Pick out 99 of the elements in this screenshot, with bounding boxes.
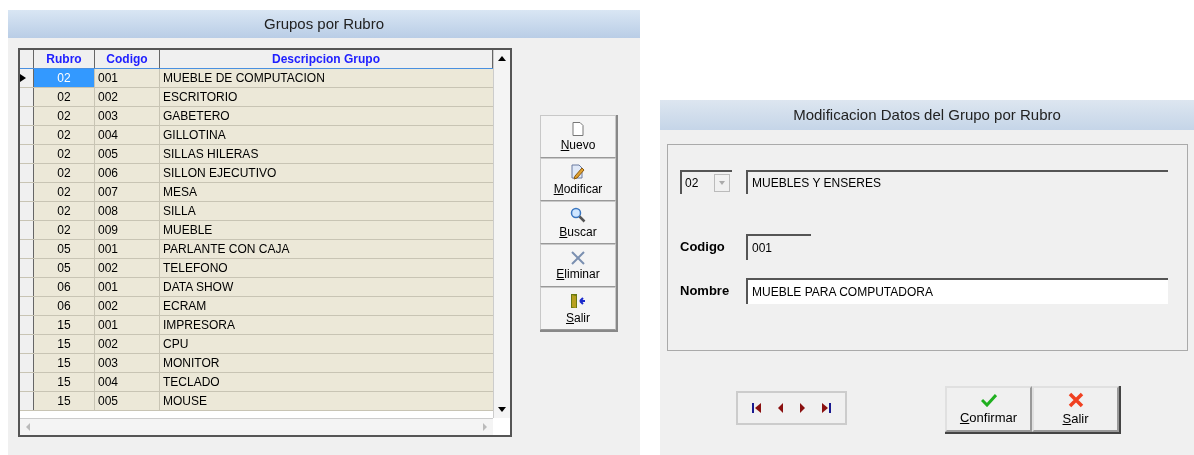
document-icon xyxy=(572,121,584,136)
table-row[interactable]: 15 003 MONITOR xyxy=(20,354,493,373)
table-cell: 05 xyxy=(34,240,95,258)
table-row[interactable]: 15 001 IMPRESORA xyxy=(20,316,493,335)
table-cell: 004 xyxy=(95,126,160,144)
table-cell: 002 xyxy=(95,335,160,353)
table-row[interactable]: 02 008 SILLA xyxy=(20,202,493,221)
table-row[interactable]: 06 001 DATA SHOW xyxy=(20,278,493,297)
table-cell: 05 xyxy=(34,259,95,277)
table-cell: 06 xyxy=(34,278,95,296)
table-row[interactable]: 02 003 GABETERO xyxy=(20,107,493,126)
toolbar-button[interactable]: Buscar xyxy=(540,201,616,244)
table-row[interactable]: 02 002 ESCRITORIO xyxy=(20,88,493,107)
close-icon xyxy=(571,250,585,265)
table-row[interactable]: 15 004 TECLADO xyxy=(20,373,493,392)
field-label: Codigo xyxy=(680,238,726,257)
search-icon xyxy=(570,206,586,223)
toolbar-button[interactable]: Nuevo xyxy=(540,115,616,158)
table-cell: 001 xyxy=(95,69,160,87)
vertical-scrollbar[interactable] xyxy=(493,50,510,418)
table-cell: 02 xyxy=(34,221,95,239)
table-cell-text: MESA xyxy=(162,184,198,201)
table-row[interactable]: 02 006 SILLON EJECUTIVO xyxy=(20,164,493,183)
checkmark-icon xyxy=(980,393,997,407)
table-row[interactable]: 02 007 MESA xyxy=(20,183,493,202)
table-cell-text: TELEFONO xyxy=(162,260,229,277)
table-cell: 007 xyxy=(95,183,160,201)
table-cell: 002 xyxy=(95,297,160,315)
close-icon xyxy=(1067,392,1084,408)
table-cell: 02 xyxy=(34,183,95,201)
rubro-description-field[interactable]: MUEBLES Y ENSERES xyxy=(746,170,1168,194)
table-cell-text: SILLA xyxy=(162,203,197,220)
table-cell: 02 xyxy=(34,202,95,220)
table-cell-text: ECRAM xyxy=(162,298,208,315)
table-cell: 06 xyxy=(34,297,95,315)
table-cell: 02 xyxy=(34,69,95,87)
table-cell-text: GILLOTINA xyxy=(162,127,227,144)
table-cell: 15 xyxy=(34,373,95,391)
toolbar-button[interactable]: Modificar xyxy=(540,158,616,201)
table-cell-text: SILLAS HILERAS xyxy=(162,146,260,163)
table-row[interactable]: 02 009 MUEBLE xyxy=(20,221,493,240)
table-cell: 003 xyxy=(95,107,160,125)
table-cell-text: MONITOR xyxy=(162,355,221,372)
table-cell: 002 xyxy=(95,259,160,277)
last-record-icon[interactable] xyxy=(821,402,832,414)
table-cell-text: ESCRITORIO xyxy=(162,89,239,106)
table-cell: 15 xyxy=(34,354,95,372)
table-row[interactable]: 02 001 MUEBLE DE COMPUTACION xyxy=(20,69,493,88)
table-cell: 002 xyxy=(95,88,160,106)
table-cell: 005 xyxy=(95,145,160,163)
table-cell: 001 xyxy=(95,278,160,296)
table-cell: 004 xyxy=(95,373,160,391)
dialog-button[interactable]: Confirmar xyxy=(945,386,1032,432)
table-cell: 003 xyxy=(95,354,160,372)
table-cell-text: SILLON EJECUTIVO xyxy=(162,165,278,182)
table-row[interactable]: 02 005 SILLAS HILERAS xyxy=(20,145,493,164)
table-cell: 15 xyxy=(34,392,95,410)
table-row[interactable]: 15 002 CPU xyxy=(20,335,493,354)
table-cell: 15 xyxy=(34,335,95,353)
field-label: Nombre xyxy=(680,282,731,301)
next-record-icon[interactable] xyxy=(799,402,807,414)
table-cell-text: MOUSE xyxy=(162,393,208,410)
table-cell: 001 xyxy=(95,316,160,334)
dialog-button[interactable]: Salir xyxy=(1032,386,1119,432)
table-row[interactable]: 15 005 MOUSE xyxy=(20,392,493,411)
table-cell: 02 xyxy=(34,164,95,182)
table-cell: 001 xyxy=(95,240,160,258)
toolbar-button[interactable]: Salir xyxy=(540,287,616,330)
door-exit-icon xyxy=(570,292,586,309)
first-record-icon[interactable] xyxy=(751,402,762,414)
toolbar-button[interactable]: Eliminar xyxy=(540,244,616,287)
table-cell-text: TECLADO xyxy=(162,374,221,391)
window-title: Modificacion Datos del Grupo por Rubro xyxy=(660,100,1194,130)
table-cell: 006 xyxy=(95,164,160,182)
table-cell: 02 xyxy=(34,107,95,125)
nombre-field[interactable]: MUEBLE PARA COMPUTADORA xyxy=(746,278,1168,304)
table-cell: 15 xyxy=(34,316,95,334)
table-cell: 005 xyxy=(95,392,160,410)
table-cell-text: GABETERO xyxy=(162,108,231,125)
edit-document-icon xyxy=(570,163,586,180)
window-title: Grupos por Rubro xyxy=(8,10,640,38)
previous-record-icon[interactable] xyxy=(776,402,784,414)
table-cell-text: IMPRESORA xyxy=(162,317,236,334)
table-cell: 008 xyxy=(95,202,160,220)
table-row[interactable]: 06 002 ECRAM xyxy=(20,297,493,316)
table-row[interactable]: 02 004 GILLOTINA xyxy=(20,126,493,145)
table-cell: 02 xyxy=(34,145,95,163)
table-cell-text: DATA SHOW xyxy=(162,279,235,296)
table-cell-text: CPU xyxy=(162,336,190,353)
table-row[interactable]: 05 002 TELEFONO xyxy=(20,259,493,278)
table-cell-text: PARLANTE CON CAJA xyxy=(162,241,291,258)
table-cell-text: MUEBLE xyxy=(162,222,214,239)
row-indicator-icon xyxy=(20,74,26,82)
table-cell: 009 xyxy=(95,221,160,239)
codigo-field[interactable]: 001 xyxy=(746,234,811,260)
table-cell: 02 xyxy=(34,126,95,144)
table-cell-text: MUEBLE DE COMPUTACION xyxy=(162,70,326,87)
table-row[interactable]: 05 001 PARLANTE CON CAJA xyxy=(20,240,493,259)
table-cell: 02 xyxy=(34,88,95,106)
